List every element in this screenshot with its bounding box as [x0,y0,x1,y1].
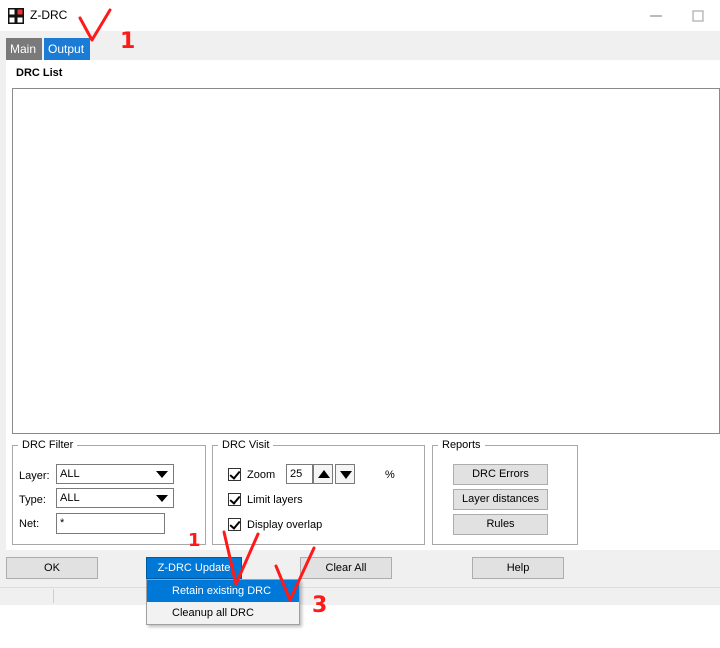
zoom-increase-button[interactable] [313,464,333,484]
limit-layers-checkbox[interactable] [228,493,241,506]
layer-distances-button[interactable]: Layer distances [453,489,548,510]
maximize-icon[interactable] [690,8,706,24]
dropdown-arrow-icon [156,471,168,478]
arrow-up-icon [318,470,330,478]
arrow-down-icon [340,471,352,479]
status-bar [0,587,720,605]
dropdown-arrow-icon [156,495,168,502]
tab-output[interactable]: Output [44,38,90,60]
net-label: Net: [19,518,40,530]
limit-layers-label: Limit layers [247,494,303,506]
clear-all-button[interactable]: Clear All [300,557,392,579]
menu-item-cleanup-all-drc[interactable]: Cleanup all DRC [147,602,299,624]
menu-item-retain-existing-drc[interactable]: Retain existing DRC [147,580,299,602]
type-label: Type: [19,494,46,506]
drc-errors-button[interactable]: DRC Errors [453,464,548,485]
tab-main[interactable]: Main [6,38,42,60]
help-button[interactable]: Help [472,557,564,579]
zoom-label: Zoom [247,469,276,481]
layer-select-value: ALL [60,468,80,480]
zoom-checkbox[interactable] [228,468,241,481]
status-bar-divider [53,589,54,603]
rules-button[interactable]: Rules [453,514,548,535]
minimize-icon[interactable] [648,8,664,24]
drc-filter-title: DRC Filter [18,439,78,451]
display-overlap-label: Display overlap [247,519,323,531]
zoom-input[interactable]: 25 [286,464,313,484]
window-title: Z-DRC [30,8,68,22]
app-icon [8,8,24,24]
z-drc-update-button[interactable]: Z-DRC Update [146,557,242,579]
drc-list-label: DRC List [16,67,63,79]
zoom-unit: % [385,469,395,481]
reports-title: Reports [438,439,485,451]
net-input[interactable]: * [56,513,165,534]
layer-select[interactable]: ALL [56,464,174,484]
ok-button[interactable]: OK [6,557,98,579]
layer-label: Layer: [19,470,50,482]
type-select[interactable]: ALL [56,488,174,508]
type-select-value: ALL [60,492,80,504]
drc-list[interactable] [12,88,720,434]
drc-visit-title: DRC Visit [218,439,274,451]
display-overlap-checkbox[interactable] [228,518,241,531]
title-bar [0,0,720,31]
zoom-decrease-button[interactable] [335,464,355,484]
